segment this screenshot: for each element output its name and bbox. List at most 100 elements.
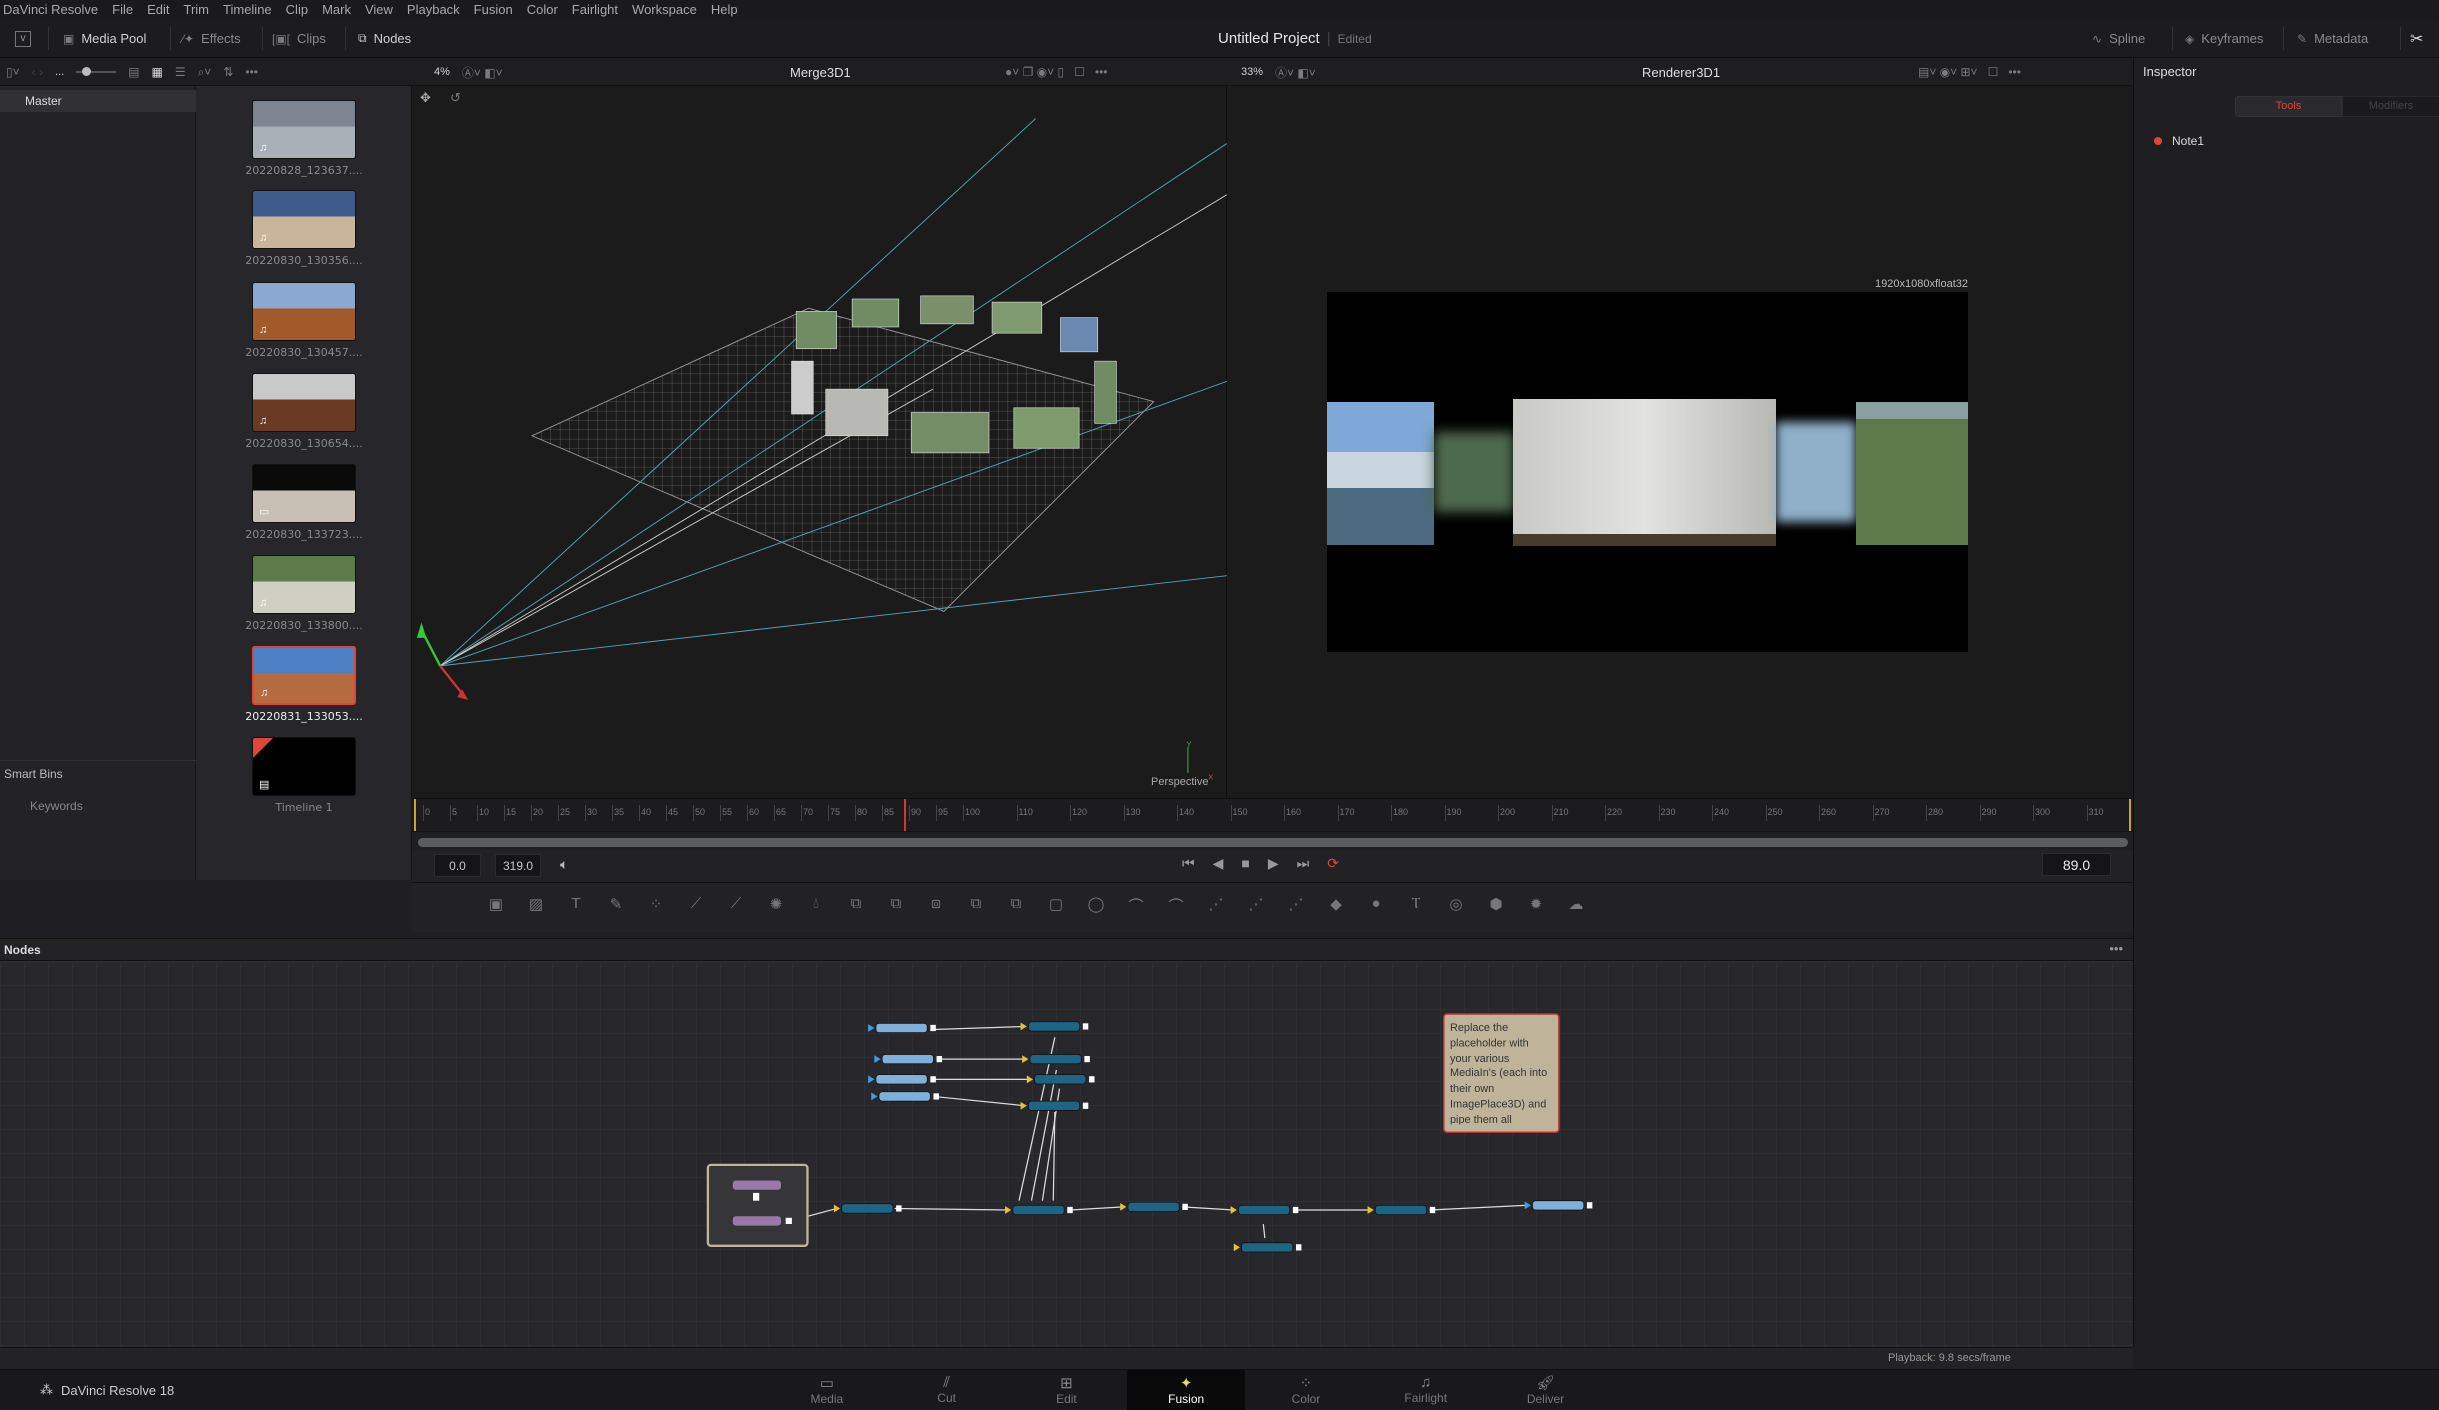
brightness-tool-icon[interactable]: ⧉ [967, 895, 985, 916]
go-to-start-icon[interactable]: ⏮︎ [1182, 855, 1195, 872]
render-start-field[interactable]: 0.0 [434, 854, 481, 877]
page-tab-fusion[interactable]: ✦ Fusion [1127, 1370, 1246, 1410]
roi-icon[interactable]: ▤˅ ◉˅ ⊞˅ [1918, 65, 1978, 79]
menu-workspace[interactable]: Workspace [632, 2, 697, 17]
node-editor[interactable]: Replace the placeholder with your variou… [0, 961, 2133, 1347]
play-icon[interactable]: ▶︎ [1268, 855, 1279, 872]
single-viewer-icon-right[interactable]: ☐ [1988, 65, 1999, 79]
channel-booleans-tool-icon[interactable]: ⧉ [1007, 895, 1025, 916]
fast-noise-tool-icon[interactable]: ▨ [527, 895, 545, 916]
merge-tool-icon[interactable]: ⧉ [847, 895, 865, 916]
page-tab-color[interactable]: ⁘ Color [1247, 1370, 1365, 1410]
tool-node[interactable] [1367, 1204, 1436, 1216]
viewer-merge3d[interactable]: ✥ ↺ Y X Perspective [412, 86, 1227, 798]
menu-fairlight[interactable]: Fairlight [572, 2, 618, 17]
polygon-tool-icon[interactable]: ⌒ [1127, 895, 1145, 916]
page-tab-cut[interactable]: ⫽ Cut [888, 1370, 1006, 1410]
path-ellipsis[interactable]: ... [55, 66, 64, 78]
image-plane3d-tool-icon[interactable]: ● [1367, 895, 1385, 916]
channel-icon[interactable]: Ⓐ˅ ◧˅ [462, 64, 503, 81]
media-pool-clip[interactable]: ♫ [252, 646, 356, 705]
spline-button[interactable]: ∿ Spline [2092, 19, 2145, 58]
media-pool-clip[interactable]: ♫ [252, 100, 356, 159]
thumb-size-slider[interactable] [76, 67, 117, 76]
nodes-button[interactable]: ⧉ Nodes [358, 19, 411, 58]
color-corrector-tool-icon[interactable]: ✺ [767, 895, 785, 916]
menu-view[interactable]: View [365, 2, 393, 17]
transform-tool-icon[interactable]: ⧉ [887, 895, 905, 916]
panel-toggle-icon[interactable]: ▯˅ [6, 65, 20, 79]
stop-icon[interactable]: ■ [1241, 855, 1249, 872]
media-pool-clip[interactable]: ♫ [252, 555, 356, 614]
tool-node[interactable] [1020, 1100, 1089, 1111]
media-pool-clip[interactable]: ▭ [252, 464, 356, 523]
menu-trim[interactable]: Trim [184, 2, 210, 17]
polygon-mask-tool-icon[interactable]: ⟋ [687, 895, 705, 916]
nav-arrows-icon[interactable]: ‹ › [32, 65, 43, 79]
tab-modifiers[interactable]: Modifiers [2342, 96, 2439, 117]
channel-icon-right[interactable]: Ⓐ˅ ◧˅ [1275, 64, 1316, 81]
note-text[interactable]: Replace the placeholder with your variou… [1450, 1022, 1553, 1124]
media-pool-clip[interactable]: ♫ [252, 373, 356, 432]
tool-node[interactable] [1022, 1054, 1090, 1065]
page-tab-media[interactable]: ▭ Media [768, 1370, 886, 1410]
page-tab-deliver[interactable]: 🚀︎ Deliver [1487, 1370, 1605, 1410]
menu-timeline[interactable]: Timeline [223, 2, 272, 17]
metadata-button[interactable]: ✎ Metadata [2297, 19, 2368, 58]
text3d-tool-icon[interactable]: Ⲧ [1407, 895, 1425, 916]
text-tool-icon[interactable]: T [567, 895, 585, 916]
lut-icon[interactable]: ●˅ ❐ ◉˅ ▯ [1005, 65, 1064, 79]
menu-file[interactable]: File [112, 2, 133, 17]
clips-button[interactable]: [▣[Clips [272, 19, 326, 58]
media-node[interactable] [874, 1054, 943, 1065]
menu-playback[interactable]: Playback [407, 2, 460, 17]
prender-tool-icon[interactable]: ⋰ [1247, 895, 1265, 916]
viewer-renderer3d[interactable]: 1920x1080xfloat32 [1227, 86, 2133, 798]
background-tool-icon[interactable]: ▣ [487, 895, 505, 916]
effects-button[interactable]: ⁄✦ Effects [182, 19, 241, 58]
media-node[interactable] [1524, 1200, 1593, 1211]
thumbnail-view-icon[interactable]: ▦ [151, 65, 162, 79]
tool-node[interactable] [1020, 1021, 1089, 1032]
tool-node[interactable] [1120, 1201, 1188, 1212]
search-icon[interactable]: ⌕˅ [198, 65, 212, 80]
viewer-left-more-icon[interactable]: ••• [1095, 65, 1108, 79]
audio-icon[interactable]: 🔈︎ [560, 856, 568, 873]
workspace-toggle[interactable]: v [15, 19, 31, 58]
bin-master[interactable]: Master [0, 90, 196, 112]
pemitter-tool-icon[interactable]: ⋰ [1207, 895, 1225, 916]
nodes-more-icon[interactable]: ••• [2109, 941, 2123, 956]
inspector-item-note1[interactable]: Note1 [2154, 134, 2204, 148]
fog3d-tool-icon[interactable]: ☁︎ [1567, 895, 1585, 916]
page-tab-edit[interactable]: ⊞ Edit [1007, 1370, 1125, 1410]
media-pool-clip[interactable]: ▤ [252, 737, 356, 796]
smart-bin-keywords[interactable]: Keywords [30, 799, 83, 813]
list-view-icon[interactable]: ☰ [175, 65, 186, 79]
shape3d-tool-icon[interactable]: ◆ [1327, 895, 1345, 916]
zoom-level-left[interactable]: 4% [434, 66, 450, 78]
menu-mark[interactable]: Mark [322, 2, 351, 17]
menu-clip[interactable]: Clip [286, 2, 308, 17]
keyframes-button[interactable]: ◈ Keyframes [2185, 19, 2263, 58]
rectangle-mask-tool-icon[interactable]: ▢ [1047, 895, 1065, 916]
media-node[interactable] [871, 1091, 939, 1102]
more-options-icon[interactable]: ••• [245, 65, 258, 79]
metadata-view-icon[interactable]: ▤ [128, 65, 139, 79]
single-viewer-icon[interactable]: ☐ [1074, 65, 1085, 79]
loop-icon[interactable]: ⟳ [1327, 855, 1339, 872]
ellipse-mask-tool-icon[interactable]: ◯ [1087, 895, 1105, 916]
step-back-icon[interactable]: ◀︎ [1213, 855, 1224, 872]
menu-fusion[interactable]: Fusion [474, 2, 513, 17]
playhead[interactable] [903, 799, 906, 831]
render-end-marker[interactable] [2129, 799, 2131, 831]
menu-app[interactable]: DaVinci Resolve [3, 2, 98, 17]
time-ruler[interactable]: 0 5 10 15 20 25 30 35 40 45 50 55 60 65 70 75 80 85 90 95 10… [412, 798, 2133, 832]
spotlight-tool-icon[interactable]: ✹ [1527, 895, 1545, 916]
blur-tool-icon[interactable]: 💧︎ [807, 895, 825, 916]
timeline-scrollbar[interactable] [418, 838, 2128, 847]
tool-node[interactable] [1233, 1242, 1302, 1253]
tool-node[interactable] [833, 1203, 902, 1214]
particles-tool-icon[interactable]: ⁘ [647, 895, 665, 916]
media-pool-clip[interactable]: ♫ [252, 190, 356, 249]
tool-node[interactable] [1230, 1204, 1299, 1216]
